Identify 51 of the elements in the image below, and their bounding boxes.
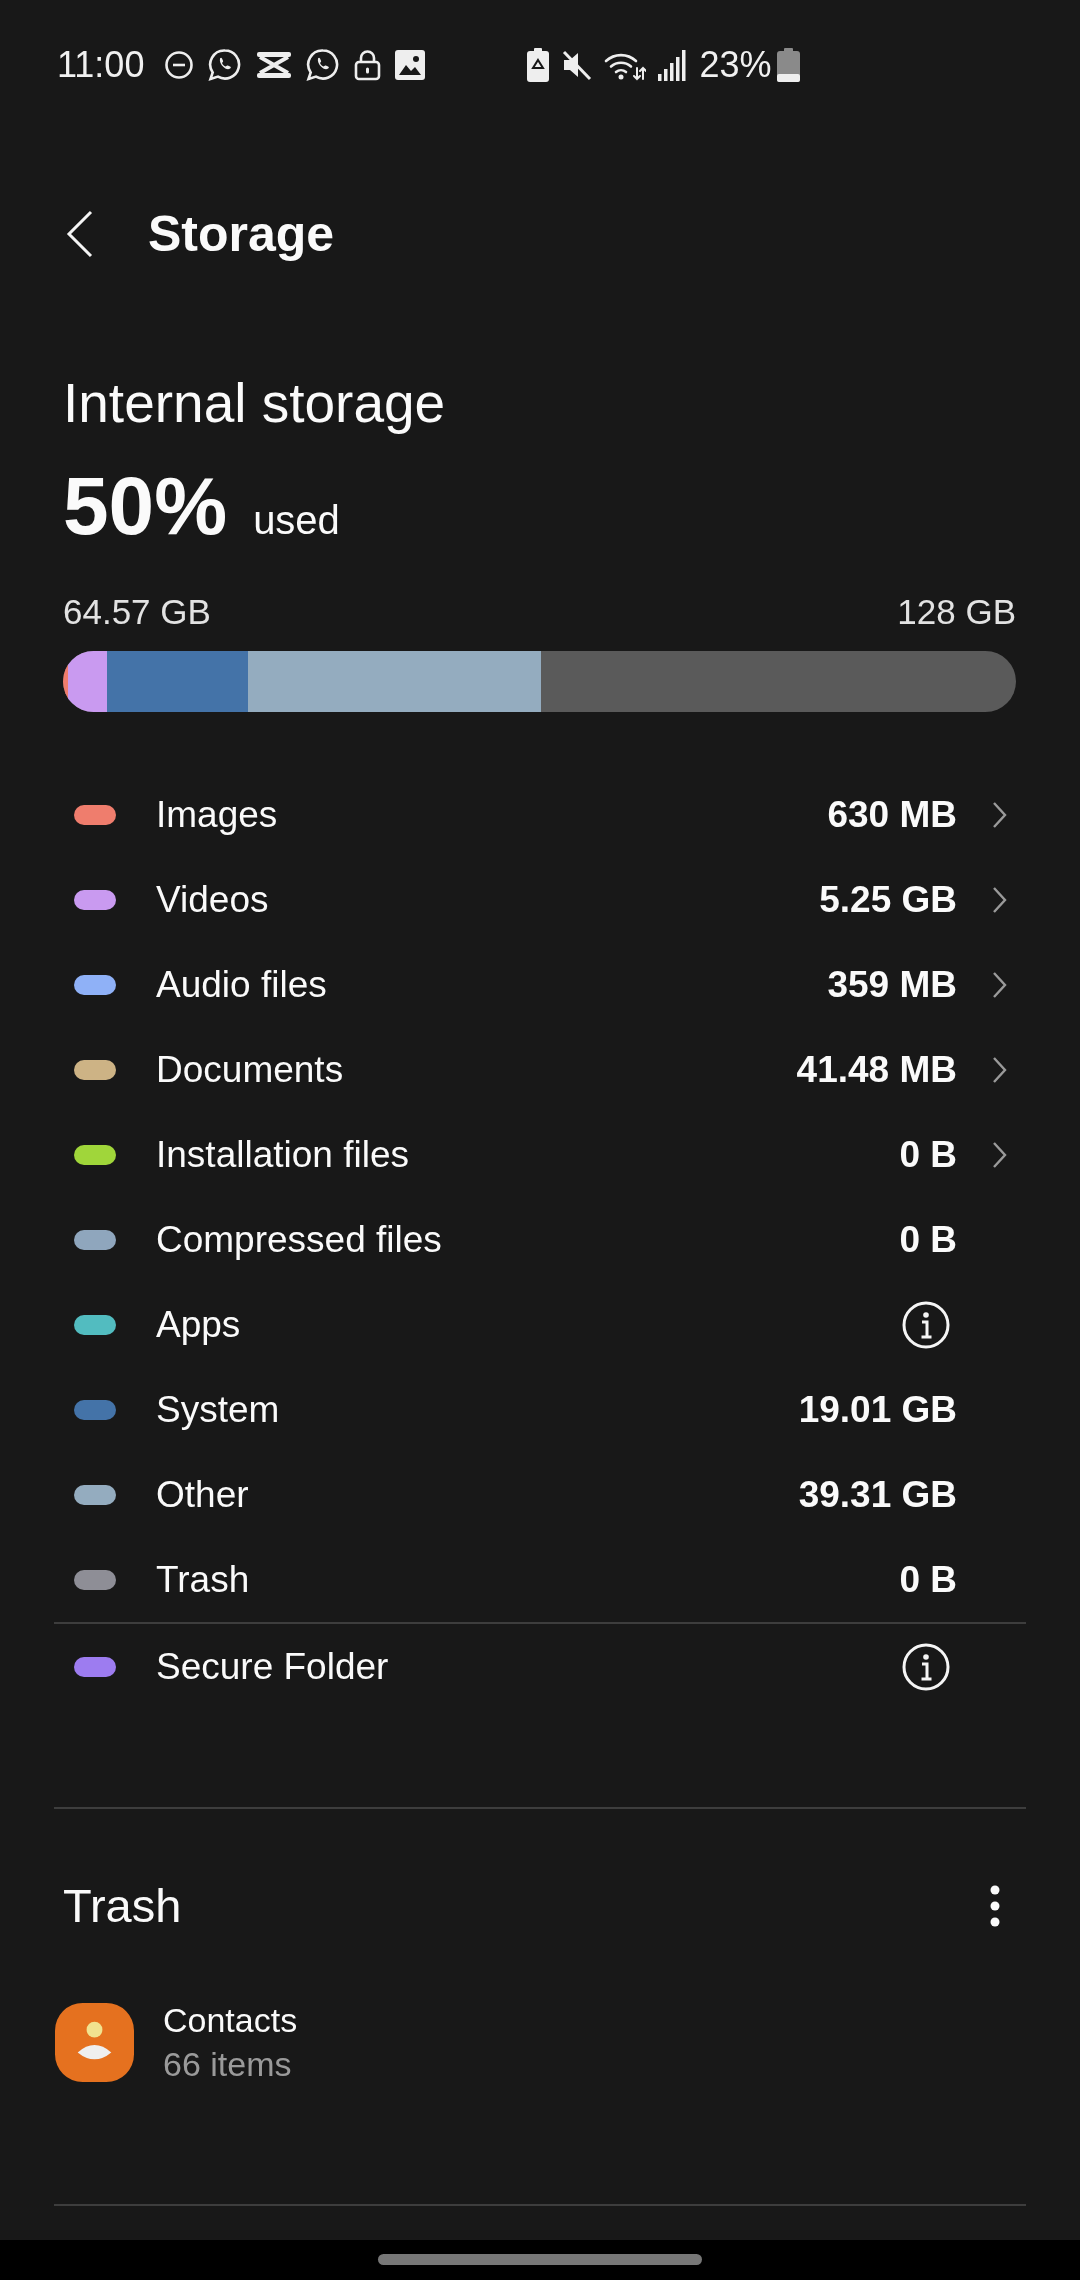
category-size: 0 B: [899, 1217, 957, 1262]
page-title: Storage: [148, 205, 335, 264]
battery-saver-icon: [527, 48, 550, 82]
signal-icon: [658, 49, 688, 81]
usage-percentage: 50%: [63, 465, 228, 547]
lock-icon: [354, 49, 382, 81]
battery-percentage: 23%: [699, 43, 772, 87]
trash-item-count: 66 items: [163, 2044, 293, 2085]
category-label: Trash: [156, 1557, 251, 1602]
category-label: Secure Folder: [156, 1644, 390, 1689]
chevron-right-icon[interactable]: [992, 1140, 1007, 1169]
person-icon[interactable]: [55, 2002, 134, 2082]
chevron-right-icon[interactable]: [992, 1055, 1007, 1084]
status-time: 11:00: [57, 43, 145, 87]
category-label: System: [156, 1387, 281, 1432]
section-title: Trash: [63, 1878, 182, 1934]
chevron-right-icon[interactable]: [992, 970, 1007, 999]
category-label: Compressed files: [156, 1217, 443, 1262]
category-size: 39.31 GB: [798, 1472, 957, 1517]
mute-icon: [561, 49, 593, 81]
category-label[interactable]: Documents: [156, 1046, 797, 1093]
category-size: 19.01 GB: [798, 1387, 957, 1432]
used-capacity: 64.57 GB: [63, 591, 211, 633]
category-label[interactable]: Videos: [156, 876, 820, 923]
info-icon[interactable]: [902, 1642, 950, 1691]
storage-title: Internal storage: [63, 372, 447, 435]
minus-circle-icon: [164, 50, 195, 80]
category-label[interactable]: Installation files: [156, 1131, 900, 1178]
chat-bubble-icon: [306, 48, 341, 82]
category-size: 0 B: [899, 1132, 957, 1177]
chevron-right-icon[interactable]: [992, 800, 1007, 829]
back-icon[interactable]: [66, 210, 94, 258]
chat-bubble-icon: [208, 48, 243, 82]
image-icon: [395, 50, 426, 80]
category-label[interactable]: Audio files: [156, 961, 828, 1008]
category-label: Other: [156, 1472, 250, 1517]
more-options-icon[interactable]: [989, 1885, 1001, 1927]
battery-icon: [777, 48, 801, 82]
trash-item-title[interactable]: Contacts: [163, 1998, 298, 2042]
category-size: 630 MB: [827, 792, 957, 837]
category-size: 41.48 MB: [796, 1047, 957, 1092]
category-label: Apps: [156, 1302, 242, 1347]
category-size: 0 B: [899, 1557, 957, 1602]
category-size: 359 MB: [827, 962, 957, 1007]
crossed-bars-icon: [256, 50, 293, 80]
total-capacity: 128 GB: [897, 591, 1016, 633]
category-size: 5.25 GB: [819, 877, 957, 922]
usage-label: used: [253, 497, 340, 544]
chevron-right-icon[interactable]: [992, 885, 1007, 914]
info-icon[interactable]: [902, 1300, 950, 1349]
category-label[interactable]: Images: [156, 791, 828, 838]
